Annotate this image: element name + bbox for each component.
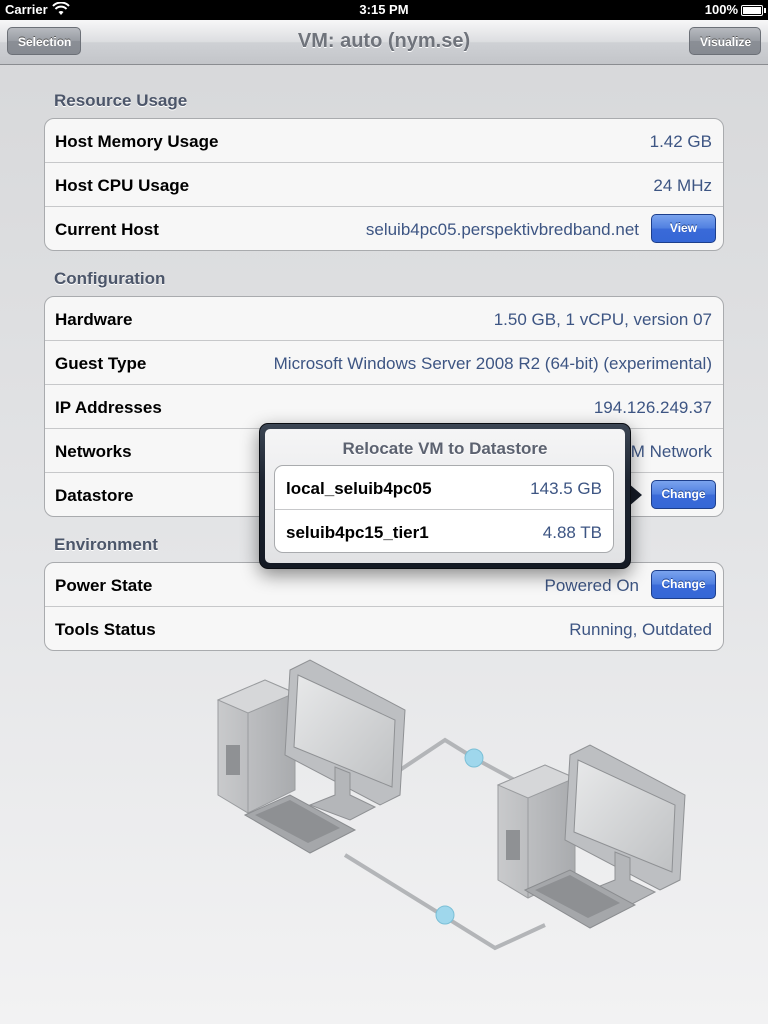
row-label: Hardware <box>55 310 133 329</box>
row-host-cpu-usage[interactable]: Host CPU Usage 24 MHz <box>45 163 723 207</box>
row-hardware[interactable]: Hardware 1.50 GB, 1 vCPU, version 07 <box>45 297 723 341</box>
row-value: Microsoft Windows Server 2008 R2 (64-bit… <box>273 354 712 373</box>
row-guest-type[interactable]: Guest Type Microsoft Windows Server 2008… <box>45 341 723 385</box>
datastore-name: seluib4pc15_tier1 <box>286 523 429 542</box>
row-label: Power State <box>55 576 153 595</box>
change-power-state-button[interactable]: Change <box>651 570 716 599</box>
row-value: VM Network <box>619 442 712 461</box>
network-computers-illustration <box>216 659 686 951</box>
datastore-size: 4.88 TB <box>542 523 602 542</box>
row-current-host[interactable]: Current Host seluib4pc05.perspektivbredb… <box>45 207 723 250</box>
datastore-item-seluib4pc15-tier1[interactable]: seluib4pc15_tier1 4.88 TB <box>275 510 613 552</box>
row-host-memory-usage[interactable]: Host Memory Usage 1.42 GB <box>45 119 723 163</box>
row-tools-status[interactable]: Tools Status Running, Outdated <box>45 607 723 650</box>
datastore-item-local-seluib4pc05[interactable]: local_seluib4pc05 143.5 GB <box>275 466 613 510</box>
computer-icon <box>216 659 406 854</box>
change-datastore-button[interactable]: Change <box>651 480 716 509</box>
row-value: 1.50 GB, 1 vCPU, version 07 <box>493 310 712 329</box>
visualize-button[interactable]: Visualize <box>689 27 761 55</box>
popover-content: Relocate VM to Datastore local_seluib4pc… <box>265 429 625 563</box>
row-label: Host Memory Usage <box>55 132 219 151</box>
row-label: Networks <box>55 442 132 461</box>
status-time: 3:15 PM <box>359 2 409 17</box>
datastore-name: local_seluib4pc05 <box>286 479 432 498</box>
navigation-bar: Selection VM: auto (nym.se) Visualize <box>0 20 768 65</box>
section-title-resource-usage: Resource Usage <box>54 91 188 110</box>
datastore-list: local_seluib4pc05 143.5 GB seluib4pc15_t… <box>274 465 614 553</box>
row-value: Running, Outdated <box>569 620 712 639</box>
row-value: 194.126.249.37 <box>593 398 712 417</box>
row-value: 1.42 GB <box>649 132 712 151</box>
battery-icon <box>741 5 766 16</box>
relocate-datastore-popover: Relocate VM to Datastore local_seluib4pc… <box>259 423 631 569</box>
network-node-icon <box>435 905 455 925</box>
battery-percent: 100% <box>704 2 738 17</box>
computer-icon <box>496 744 686 929</box>
row-label: Datastore <box>55 486 134 505</box>
row-power-state[interactable]: Power State Powered On Change <box>45 563 723 607</box>
network-node-icon <box>464 748 484 768</box>
datastore-size: 143.5 GB <box>530 479 602 498</box>
popover-title: Relocate VM to Datastore <box>342 439 548 458</box>
section-title-environment: Environment <box>54 535 158 554</box>
row-value: Powered On <box>544 576 640 595</box>
section-title-configuration: Configuration <box>54 269 166 288</box>
row-value: 24 MHz <box>653 176 712 195</box>
environment-group: Power State Powered On Change Tools Stat… <box>44 562 724 651</box>
row-label: Host CPU Usage <box>55 176 190 195</box>
status-bar: Carrier 3:15 PM 100% <box>0 0 768 20</box>
row-label: Current Host <box>55 220 159 239</box>
row-label: Tools Status <box>55 620 156 639</box>
row-value: seluib4pc05.perspektivbredband.net <box>365 220 639 239</box>
row-label: IP Addresses <box>55 398 162 417</box>
resource-usage-group: Host Memory Usage 1.42 GB Host CPU Usage… <box>44 118 724 251</box>
view-host-button[interactable]: View <box>651 214 716 243</box>
page-title: VM: auto (nym.se) <box>297 30 471 52</box>
row-label: Guest Type <box>55 354 147 373</box>
